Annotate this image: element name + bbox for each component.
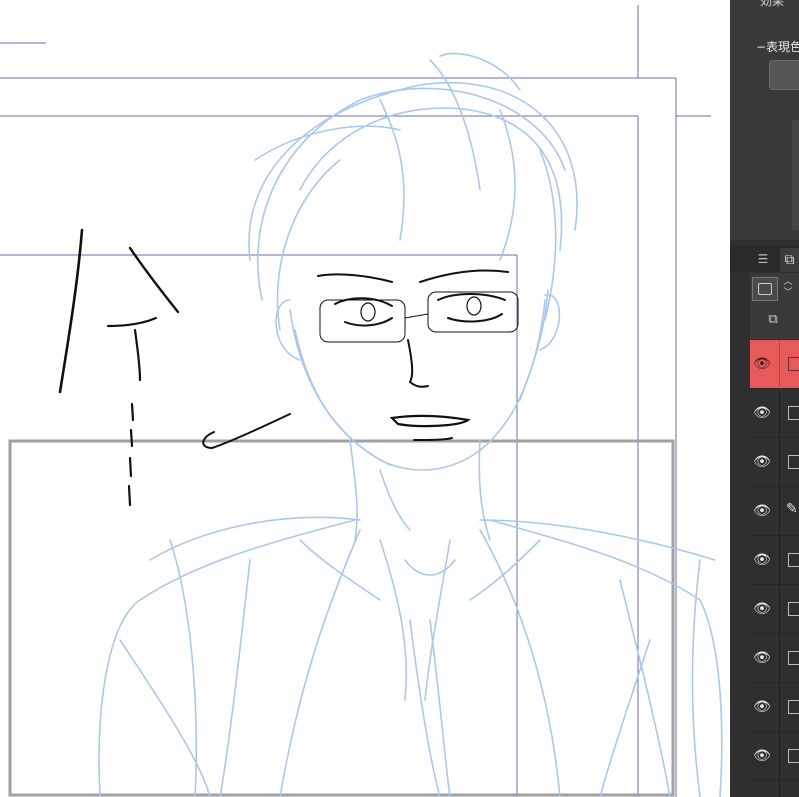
eye-icon[interactable]: 👁 [753,551,771,569]
row-divider [779,389,780,438]
layer-lock-checkbox[interactable] [788,455,799,469]
tab-layers-icon[interactable]: ⧉ [780,248,799,272]
layer-lock-checkbox[interactable] [788,553,799,567]
layer-row[interactable]: 👁 [750,389,799,438]
layer-lock-checkbox[interactable] [788,357,799,371]
panel-scrollbar[interactable] [792,120,799,230]
panel-top-title: 効果 [760,0,785,8]
ink-lines [58,228,519,507]
layer-lock-checkbox[interactable] [788,749,799,763]
layer-row[interactable]: 👁 [750,683,799,732]
expression-color-dropdown[interactable] [769,60,799,90]
eye-icon[interactable]: 👁 [753,747,771,765]
layer-color-button[interactable] [752,277,778,301]
color-properties-panel: 効果 −表現色 [730,0,799,240]
expression-color-label: −表現色 [756,40,799,54]
layer-row[interactable]: 👁 [750,634,799,683]
layer-row[interactable]: 👁 [750,438,799,487]
eye-icon[interactable]: 👁 [753,649,771,667]
eye-icon[interactable]: 👁 [753,698,771,716]
row-divider [779,634,780,683]
canvas-artwork [0,5,723,797]
side-panel: 効果 −表現色 ☰ ⧉ ︿ ﹀ ⧉ 👁 👁 👁 👁 ✎ 👁 👁 👁 👁 👁 [730,0,799,797]
opacity-stepper[interactable]: ︿ ﹀ [780,277,796,301]
row-divider [779,340,780,389]
panel-frame [8,439,675,797]
row-divider [779,781,780,797]
layer-lock-checkbox[interactable] [788,406,799,420]
row-divider [779,732,780,781]
row-divider [779,536,780,585]
eye-icon[interactable]: 👁 [753,600,771,618]
layer-row[interactable]: 👁 [750,732,799,781]
layer-row[interactable]: 👁 [750,536,799,585]
layer-row-active[interactable]: 👁 [750,340,799,389]
row-divider [779,683,780,732]
guide-lines [0,5,711,797]
eye-icon[interactable]: 👁 [753,502,771,520]
pen-icon: ✎ [786,501,798,517]
drawing-canvas[interactable] [0,0,730,797]
row-divider [779,487,780,536]
copy-layer-icon[interactable]: ⧉ [764,311,782,329]
layer-row[interactable]: 👁 [750,585,799,634]
layer-row[interactable]: 👁 [750,781,799,797]
layer-row[interactable]: 👁 ✎ [750,487,799,536]
layer-lock-checkbox[interactable] [788,700,799,714]
eye-icon[interactable]: 👁 [753,355,771,373]
eye-icon[interactable]: 👁 [753,404,771,422]
panel-menu-icon[interactable]: ☰ [753,250,773,268]
layer-lock-checkbox[interactable] [788,651,799,665]
eye-icon[interactable]: 👁 [753,453,771,471]
row-divider [779,585,780,634]
row-divider [779,438,780,487]
layer-lock-checkbox[interactable] [788,602,799,616]
